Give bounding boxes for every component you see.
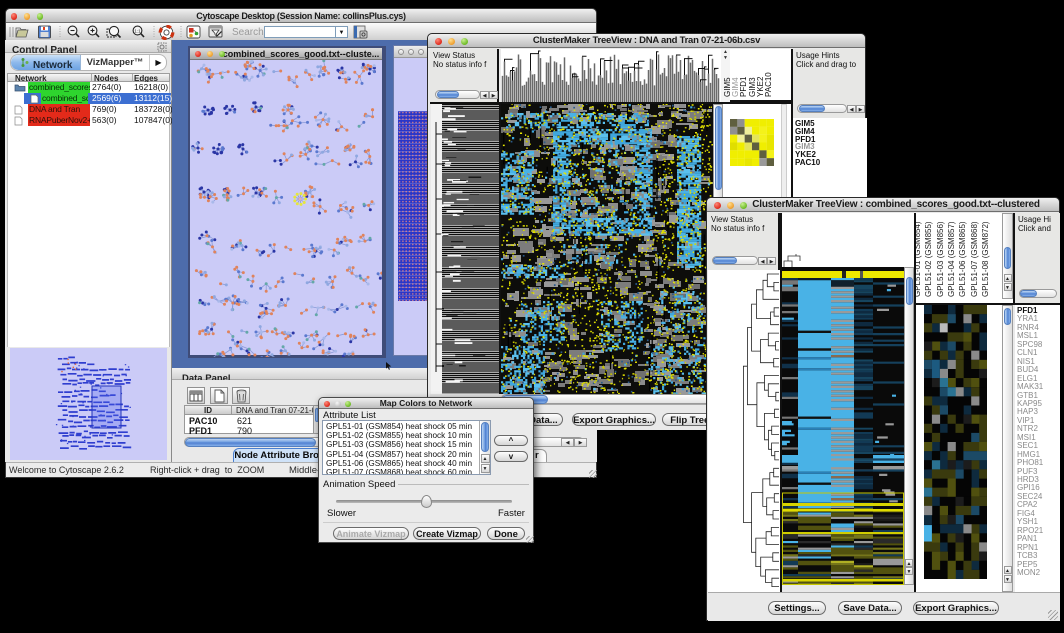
svg-text:1:1: 1:1 <box>134 29 141 34</box>
